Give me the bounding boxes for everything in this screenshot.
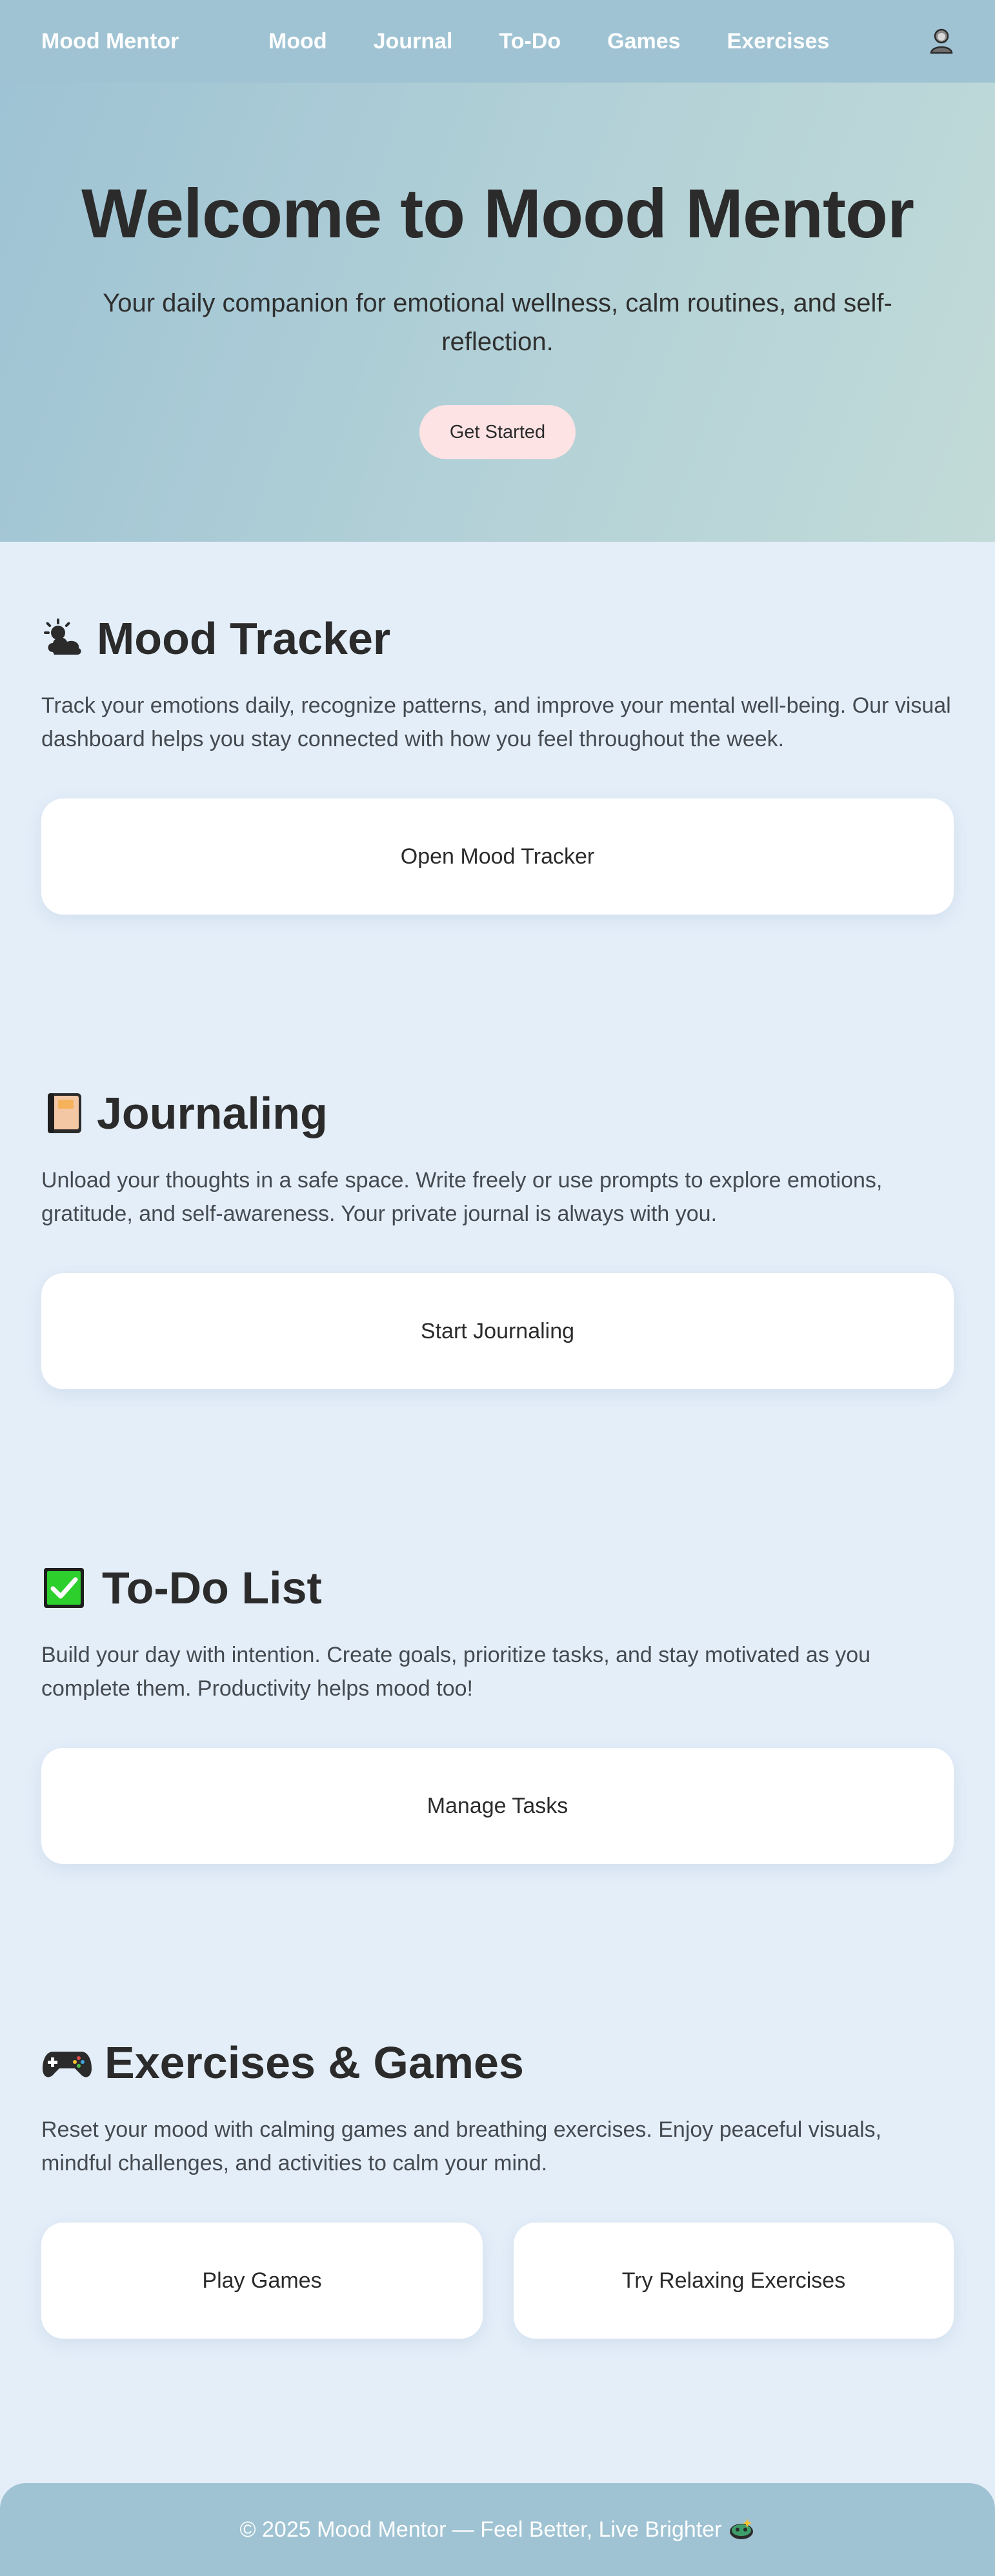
hero-subtitle: Your daily companion for emotional welln… [103,289,892,356]
brand-logo[interactable]: Mood Mentor [41,0,179,83]
nav-links: Mood Journal To-Do Games Exercises [268,0,876,83]
section-header: Mood Tracker [41,606,954,671]
sun-behind-cloud-icon [44,619,81,655]
nav-link-games[interactable]: Games [607,29,680,54]
section-header: Journaling [41,1081,954,1145]
section-description: Reset your mood with calming games and b… [41,2117,882,2175]
navbar: Mood Mentor Mood Journal To-Do Games Exe… [0,0,995,83]
nav-link-exercises[interactable]: Exercises [727,29,830,54]
get-started-button[interactable]: Get Started [419,405,576,459]
section-description: Unload your thoughts in a safe space. Wr… [41,1168,883,1226]
section-title: Mood Tracker [97,613,391,664]
manage-tasks-button[interactable]: Manage Tasks [41,1748,954,1864]
footer: © 2025 Mood Mentor — Feel Better, Live B… [0,2483,995,2576]
todo-section: To-Do List Build your day with intention… [41,1556,954,1864]
section-description: Build your day with intention. Create go… [41,1643,871,1701]
section-title: Exercises & Games [105,2037,524,2088]
open-mood-tracker-button[interactable]: Open Mood Tracker [41,798,954,915]
section-header: Exercises & Games [41,2030,954,2095]
game-controller-icon [43,2052,92,2077]
sparkle-face-icon [730,2519,754,2539]
play-games-button[interactable]: Play Games [41,2223,483,2339]
nav-link-journal[interactable]: Journal [374,29,453,54]
section-title: To-Do List [102,1563,322,1613]
start-journaling-button[interactable]: Start Journaling [41,1273,954,1389]
mood-tracker-section: Mood Tracker Track your emotions daily, … [41,606,954,915]
profile-icon[interactable] [927,26,956,55]
section-header: To-Do List [41,1556,954,1620]
exercises-games-section: Exercises & Games Reset your mood with c… [41,2030,954,2339]
check-mark-icon [44,1568,84,1608]
nav-link-mood[interactable]: Mood [268,29,327,54]
section-title: Journaling [97,1088,328,1138]
hero-section: Welcome to Mood Mentor Your daily compan… [0,83,995,542]
section-description: Track your emotions daily, recognize pat… [41,693,951,751]
journaling-section: Journaling Unload your thoughts in a saf… [41,1081,954,1389]
try-relaxing-exercises-button[interactable]: Try Relaxing Exercises [514,2223,954,2339]
footer-text: © 2025 Mood Mentor — Feel Better, Live B… [239,2517,722,2542]
notebook-icon [48,1093,81,1133]
hero-title: Welcome to Mood Mentor [81,174,914,252]
nav-link-todo[interactable]: To-Do [499,29,561,54]
